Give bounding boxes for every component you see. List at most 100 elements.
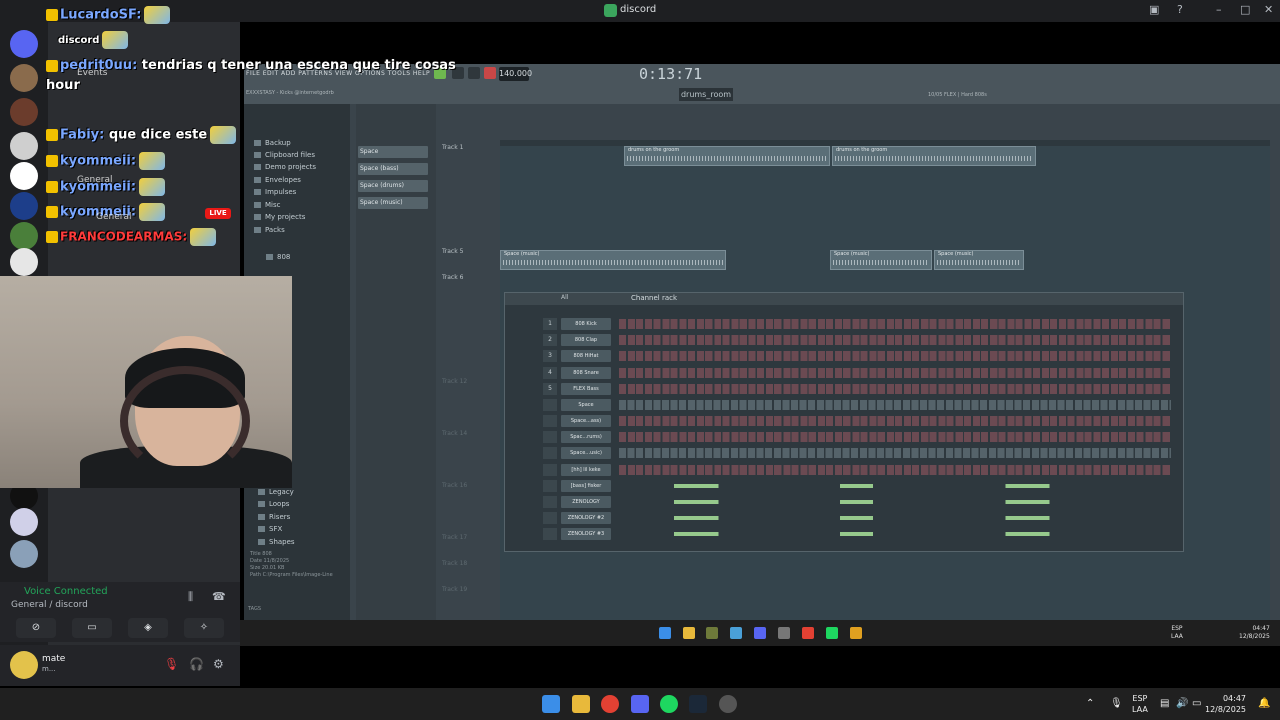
audio-clip[interactable]: Space (music) xyxy=(830,250,932,270)
stop-icon[interactable] xyxy=(468,67,480,79)
channel-button[interactable]: 808 Clap xyxy=(561,334,611,346)
browser-item[interactable]: Shapes xyxy=(258,538,295,546)
step-sequencer[interactable] xyxy=(619,448,1171,458)
camera-button[interactable]: ⊘ xyxy=(16,618,56,638)
piano-roll-preview[interactable] xyxy=(619,516,1171,520)
voice-channel-label[interactable]: General / discord xyxy=(11,600,88,610)
tray-expand-icon[interactable]: ⌃ xyxy=(1086,698,1094,709)
step-sequencer[interactable] xyxy=(619,351,1171,361)
server-icon[interactable] xyxy=(10,540,38,568)
pattern-clip[interactable]: drums on the groom xyxy=(832,146,1036,166)
channel-button[interactable]: Space...ass) xyxy=(561,415,611,427)
track-label[interactable]: Track 18 xyxy=(442,560,467,567)
network-icon[interactable]: ▤ xyxy=(1160,698,1169,709)
volume-icon[interactable]: 🔊 xyxy=(1176,698,1188,709)
group-filter[interactable]: All xyxy=(561,294,568,301)
help-icon[interactable]: ? xyxy=(1177,3,1183,16)
mixer-track-number[interactable]: 5 xyxy=(543,383,557,395)
mixer-track-number[interactable]: 1 xyxy=(543,318,557,330)
mixer-track-number[interactable] xyxy=(543,480,557,492)
disconnect-icon[interactable]: ☎ xyxy=(212,590,226,603)
audio-clip[interactable]: Space (music) xyxy=(500,250,726,270)
channel-button[interactable]: ZENOLOGY #2 xyxy=(561,512,611,524)
chrome-icon[interactable] xyxy=(601,695,619,713)
track-label[interactable]: Track 6 xyxy=(442,274,463,281)
screen-share-button[interactable]: ▭ xyxy=(72,618,112,638)
mixer-track-number[interactable]: 2 xyxy=(543,334,557,346)
mixer-track-number[interactable] xyxy=(543,528,557,540)
channel-rack-header[interactable]: All Channel rack xyxy=(505,293,1183,305)
minimize-button[interactable]: – xyxy=(1216,3,1222,16)
deafen-icon[interactable]: 🎧 xyxy=(189,657,204,671)
track-label[interactable]: Track 1 xyxy=(442,144,463,151)
piano-roll-preview[interactable] xyxy=(619,532,1171,536)
mixer-track-number[interactable]: 4 xyxy=(543,367,557,379)
track-label[interactable]: Track 14 xyxy=(442,430,467,437)
mixer-track-number[interactable] xyxy=(543,464,557,476)
browser-item[interactable]: SFX xyxy=(258,525,282,533)
avatar[interactable] xyxy=(10,651,38,679)
spotify-icon[interactable] xyxy=(660,695,678,713)
tempo-display[interactable]: 140.000 xyxy=(499,67,532,81)
mic-tray-icon[interactable]: 🎙 xyxy=(1110,698,1123,709)
mixer-track-number[interactable] xyxy=(543,512,557,524)
app-icon[interactable] xyxy=(719,695,737,713)
maximize-button[interactable]: □ xyxy=(1240,3,1250,16)
mixer-track-number[interactable] xyxy=(543,415,557,427)
step-sequencer[interactable] xyxy=(619,465,1171,475)
step-sequencer[interactable] xyxy=(619,416,1171,426)
piano-roll-preview[interactable] xyxy=(619,484,1171,488)
track-label[interactable]: Track 19 xyxy=(442,586,467,593)
mixer-track-number[interactable] xyxy=(543,399,557,411)
channel-button[interactable]: Space...usic) xyxy=(561,447,611,459)
step-sequencer[interactable] xyxy=(619,368,1171,378)
step-sequencer[interactable] xyxy=(619,400,1171,410)
audio-clip[interactable]: Space (music) xyxy=(934,250,1024,270)
mixer-track-number[interactable] xyxy=(543,496,557,508)
channel-button[interactable]: ZENOLOGY xyxy=(561,496,611,508)
battery-icon[interactable]: ▭ xyxy=(1192,698,1201,709)
settings-gear-icon[interactable]: ⚙ xyxy=(213,657,224,671)
channel-button[interactable]: [hh] lil keke xyxy=(561,464,611,476)
track-label[interactable]: Track 12 xyxy=(442,378,467,385)
language-indicator[interactable]: ESP LAA xyxy=(1132,693,1148,715)
activity-button[interactable]: ◈ xyxy=(128,618,168,638)
server-icon[interactable] xyxy=(10,508,38,536)
channel-button[interactable]: Spac...rums) xyxy=(561,431,611,443)
step-sequencer[interactable] xyxy=(619,384,1171,394)
mute-icon[interactable]: 🎙 xyxy=(164,657,179,671)
channel-button[interactable]: FLEX Bass xyxy=(561,383,611,395)
channel-button[interactable]: [bass] fisker xyxy=(561,480,611,492)
soundboard-button[interactable]: ✧ xyxy=(184,618,224,638)
step-sequencer[interactable] xyxy=(619,319,1171,329)
channel-button[interactable]: Space xyxy=(561,399,611,411)
browser-item[interactable]: Loops xyxy=(258,500,289,508)
record-icon[interactable] xyxy=(484,67,496,79)
steam-icon[interactable] xyxy=(689,695,707,713)
track-label[interactable]: Track 16 xyxy=(442,482,467,489)
windows-start-icon[interactable] xyxy=(542,695,560,713)
inbox-icon[interactable]: ▣ xyxy=(1149,3,1159,16)
file-explorer-icon[interactable] xyxy=(572,695,590,713)
mixer-track-number[interactable] xyxy=(543,431,557,443)
noise-suppression-icon[interactable]: ⫼ xyxy=(188,590,193,604)
voice-connected-status[interactable]: Voice Connected xyxy=(24,586,108,597)
track-label[interactable]: Track 17 xyxy=(442,534,467,541)
clock[interactable]: 04:47 12/8/2025 xyxy=(1205,693,1246,715)
username[interactable]: mate xyxy=(42,654,65,664)
browser-item[interactable]: Risers xyxy=(258,513,290,521)
close-button[interactable]: ✕ xyxy=(1264,3,1273,16)
channel-button[interactable]: 808 HiHat xyxy=(561,350,611,362)
track-label[interactable]: Track 5 xyxy=(442,248,463,255)
mixer-track-number[interactable] xyxy=(543,447,557,459)
browser-item[interactable]: Legacy xyxy=(258,488,294,496)
browser-tags-label[interactable]: TAGS xyxy=(248,606,261,612)
step-sequencer[interactable] xyxy=(619,335,1171,345)
channel-button[interactable]: 808 Snare xyxy=(561,367,611,379)
piano-roll-preview[interactable] xyxy=(619,500,1171,504)
channel-button[interactable]: 808 Kick xyxy=(561,318,611,330)
pattern-clip[interactable]: drums on the groom xyxy=(624,146,830,166)
discord-icon[interactable] xyxy=(631,695,649,713)
step-sequencer[interactable] xyxy=(619,432,1171,442)
pattern-selector[interactable]: drums_room xyxy=(679,88,733,101)
